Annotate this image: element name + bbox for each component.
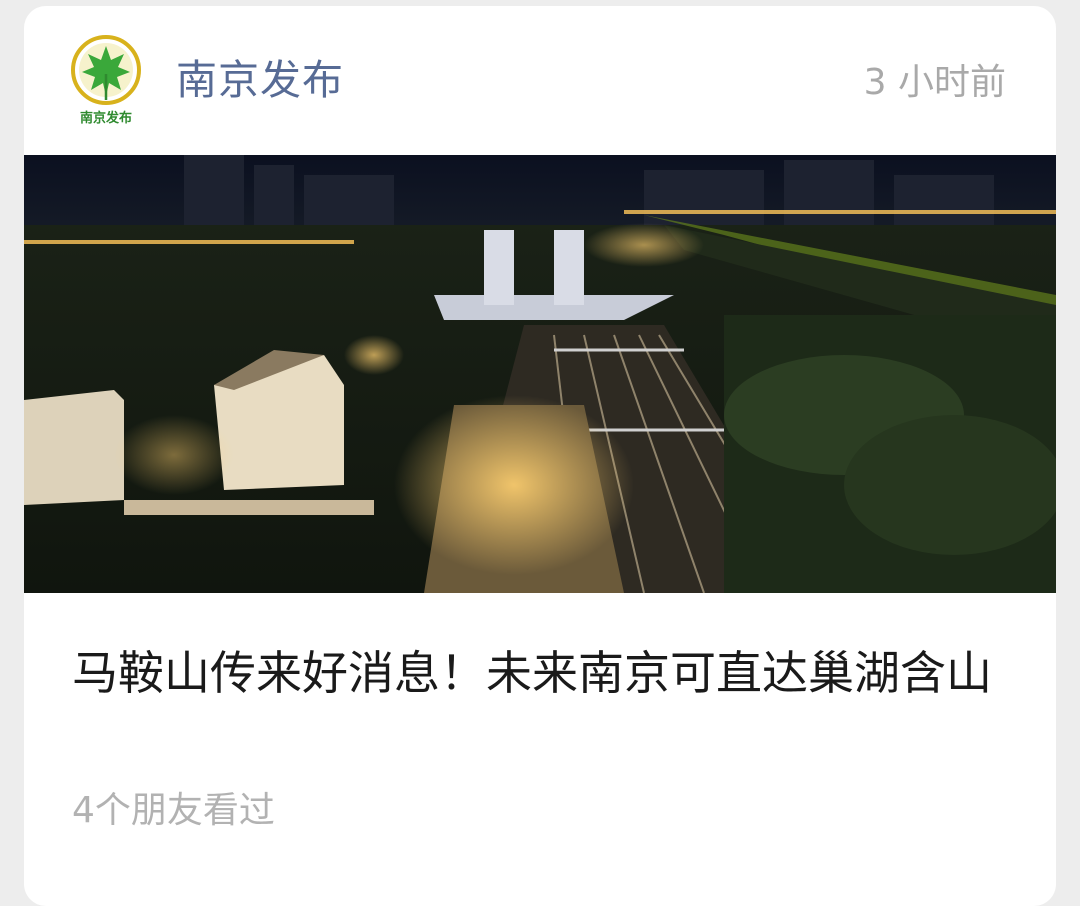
logo-text: 南京发布 xyxy=(80,110,132,126)
account-name[interactable]: 南京发布 xyxy=(176,52,344,108)
article-title[interactable]: 马鞍山传来好消息！未来南京可直达巢湖含山 xyxy=(72,638,1022,708)
cover-image[interactable] xyxy=(24,155,1056,593)
card-header: 南京发布 南京发布 3 小时前 xyxy=(24,6,1056,156)
friends-viewed: 4个朋友看过 xyxy=(72,790,275,831)
account-avatar[interactable]: 南京发布 xyxy=(66,34,146,126)
article-card[interactable]: 南京发布 南京发布 3 小时前 马鞍山传来好消息！未来南京可直达巢湖含山 4个朋… xyxy=(24,6,1056,906)
post-time: 3 小时前 xyxy=(863,62,1006,103)
